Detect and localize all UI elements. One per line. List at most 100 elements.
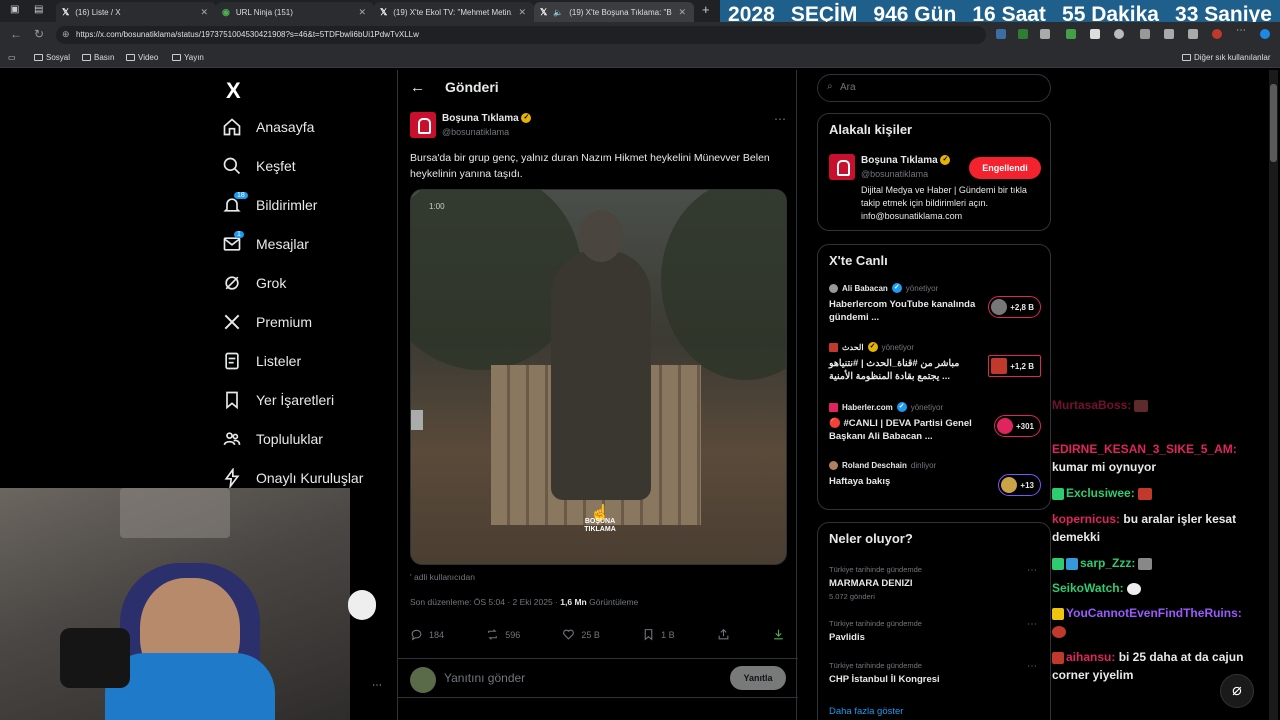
related-name[interactable]: Boşuna Tıklama ✓ — [861, 155, 951, 166]
like-action[interactable]: 25 B — [562, 628, 600, 641]
extensions-puzzle-icon[interactable] — [1114, 29, 1124, 39]
subscriber-badge-icon — [1052, 607, 1064, 620]
folder-icon — [172, 54, 181, 61]
x-premium-icon — [224, 314, 240, 330]
x-logo-icon[interactable]: X — [226, 78, 241, 104]
post-header: ← Gönderi — [398, 70, 798, 104]
live-space-item[interactable]: Haberler.com ✓ yönetiyor 🔴 #CANLI | DEVA P… — [829, 402, 1041, 443]
tab-bosuna-tiklama[interactable]: 𝕏 🔈 (19) X'te Boşuna Tıklama: "B... ✕ — [534, 2, 694, 22]
related-avatar[interactable] — [829, 154, 855, 180]
scroll-to-top-bubble[interactable] — [348, 590, 376, 620]
profile-avatar[interactable] — [1212, 29, 1222, 39]
browser-essentials-icon[interactable] — [1188, 29, 1198, 39]
share-action[interactable] — [717, 628, 730, 641]
subscriber-badge-icon — [1052, 557, 1064, 570]
search-icon: ⌕ — [827, 81, 833, 92]
extension-icon[interactable] — [1040, 29, 1050, 39]
chat-message: sarp_Zzz: — [1052, 554, 1276, 572]
trend-item[interactable]: Türkiye tarihinde gündemde MARMARA DENIZ… — [829, 565, 1041, 601]
speaker-icon[interactable]: 🔈 — [553, 8, 563, 17]
more-options-icon[interactable]: ⋯ — [1027, 661, 1037, 672]
trend-item[interactable]: Türkiye tarihinde gündemde CHP İstanbul … — [829, 661, 1041, 685]
favorites-icon[interactable] — [1164, 29, 1174, 39]
extension-icon[interactable] — [1018, 29, 1028, 39]
extension-icon[interactable] — [996, 29, 1006, 39]
nav-premium[interactable]: Premium — [222, 307, 312, 337]
bookmark-folder-video[interactable]: Video — [126, 53, 158, 62]
emote-icon — [1137, 487, 1152, 500]
search-input[interactable]: ⌕ Ara — [817, 74, 1051, 102]
back-icon[interactable]: ← — [10, 27, 22, 41]
message-count-badge: 1 — [234, 231, 244, 238]
tab-url-ninja[interactable]: ◉ URL Ninja (151) ✕ — [216, 2, 374, 22]
new-tab-button[interactable]: + — [702, 2, 710, 17]
nav-notifications[interactable]: 18 Bildirimler — [222, 190, 317, 220]
more-options-icon[interactable]: ⋯ — [1027, 619, 1037, 630]
heart-icon — [563, 629, 575, 640]
nav-grok[interactable]: Grok — [222, 268, 286, 298]
extension-icon[interactable] — [1066, 29, 1076, 39]
other-bookmarks-folder[interactable]: Diğer sık kullanılanlar — [1182, 53, 1270, 62]
close-icon[interactable]: ✕ — [358, 7, 366, 18]
live-listener-pill[interactable]: +13 — [998, 474, 1041, 496]
more-icon[interactable]: ⋯ — [372, 680, 382, 691]
scrollbar-thumb[interactable] — [1270, 84, 1277, 162]
more-menu-icon[interactable]: ⋯ — [1236, 25, 1246, 36]
post-video[interactable]: 1:00 ☝ BOŞUNA TIKLAMA — [410, 189, 787, 565]
live-space-item[interactable]: Ali Babacan ✓ yönetiyor Haberlercom YouTub… — [829, 283, 1041, 324]
tab-liste[interactable]: 𝕏 (16) Liste / X ✕ — [56, 2, 216, 22]
nav-bookmarks[interactable]: Yer İşaretleri — [222, 385, 334, 415]
more-options-icon[interactable]: ⋯ — [1027, 565, 1037, 576]
nav-home[interactable]: Anasayfa — [222, 112, 314, 142]
x-logo-icon: 𝕏 — [62, 6, 70, 17]
live-listener-pill[interactable]: +301 — [993, 415, 1041, 437]
close-icon[interactable]: ✕ — [678, 7, 686, 18]
copilot-icon[interactable] — [1260, 29, 1270, 39]
back-arrow-icon[interactable]: ← — [410, 79, 425, 96]
grok-floating-button[interactable]: ⌀ — [1220, 674, 1254, 708]
reload-icon[interactable]: ↻ — [34, 27, 44, 41]
bookmark-icon — [644, 629, 653, 641]
wall-photos — [120, 488, 230, 538]
bookmark-action[interactable]: 1 B — [642, 628, 675, 641]
reply-button[interactable]: Yanıtla — [730, 666, 786, 690]
trend-item[interactable]: Türkiye tarihinde gündemde Pavlidis ⋯ — [829, 619, 1041, 643]
host-avatar — [829, 461, 838, 470]
nav-communities[interactable]: Topluluklar — [222, 424, 323, 454]
close-icon[interactable]: ✕ — [200, 7, 208, 18]
live-space-item[interactable]: Roland Deschain dinliyor Haftaya bakış +1… — [829, 461, 1041, 496]
chat-message: SeikoWatch: — [1052, 579, 1276, 597]
split-screen-icon[interactable] — [1140, 29, 1150, 39]
nav-messages[interactable]: 1 Mesajlar — [222, 229, 309, 259]
verified-badge-icon: ✓ — [521, 113, 532, 124]
video-scrubber[interactable] — [411, 410, 423, 430]
close-icon[interactable]: ✕ — [518, 7, 526, 18]
workspaces-icon[interactable]: ▣ — [10, 4, 19, 15]
page-title: Gönderi — [445, 79, 499, 95]
author-avatar[interactable] — [410, 112, 436, 138]
tab-ekol-tv[interactable]: 𝕏 (19) X'te Ekol TV: "Mehmet Metin... ✕ — [374, 2, 534, 22]
communities-icon — [223, 432, 241, 446]
host-avatar — [829, 342, 838, 352]
bookmark-folder-basin[interactable]: Basın — [82, 53, 114, 62]
reply-action[interactable]: 184 — [410, 628, 444, 641]
extension-icon[interactable] — [1090, 29, 1100, 39]
author-handle[interactable]: @bosunatiklama — [442, 127, 509, 137]
nav-lists[interactable]: Listeler — [222, 346, 301, 376]
repost-action[interactable]: 596 — [486, 628, 520, 641]
url-input[interactable]: ⊕ https://x.com/bosunatiklama/status/197… — [56, 26, 986, 44]
tab-actions-icon[interactable]: ▤ — [34, 4, 43, 15]
live-listener-pill[interactable]: +1,2 B — [988, 355, 1041, 377]
show-more-link[interactable]: Daha fazla göster — [829, 706, 903, 717]
bookmark-folder-sosyal[interactable]: Sosyal — [34, 53, 70, 62]
reading-list-icon[interactable]: ▭ — [8, 53, 16, 62]
reply-input[interactable]: Yanıtını gönder — [444, 671, 525, 685]
download-action[interactable] — [772, 628, 785, 641]
author-name[interactable]: Boşuna Tıklama ✓ — [442, 113, 532, 124]
more-options-icon[interactable]: ⋯ — [774, 112, 786, 126]
blocked-button[interactable]: Engellendi — [969, 157, 1041, 179]
nav-explore[interactable]: Keşfet — [222, 151, 296, 181]
live-space-item[interactable]: الحدث ✓ yönetiyor مباشر من #قناة_الحدث | #… — [829, 342, 1041, 383]
live-listener-pill[interactable]: +2,8 B — [988, 296, 1041, 318]
bookmark-folder-yayin[interactable]: Yayın — [172, 53, 204, 62]
